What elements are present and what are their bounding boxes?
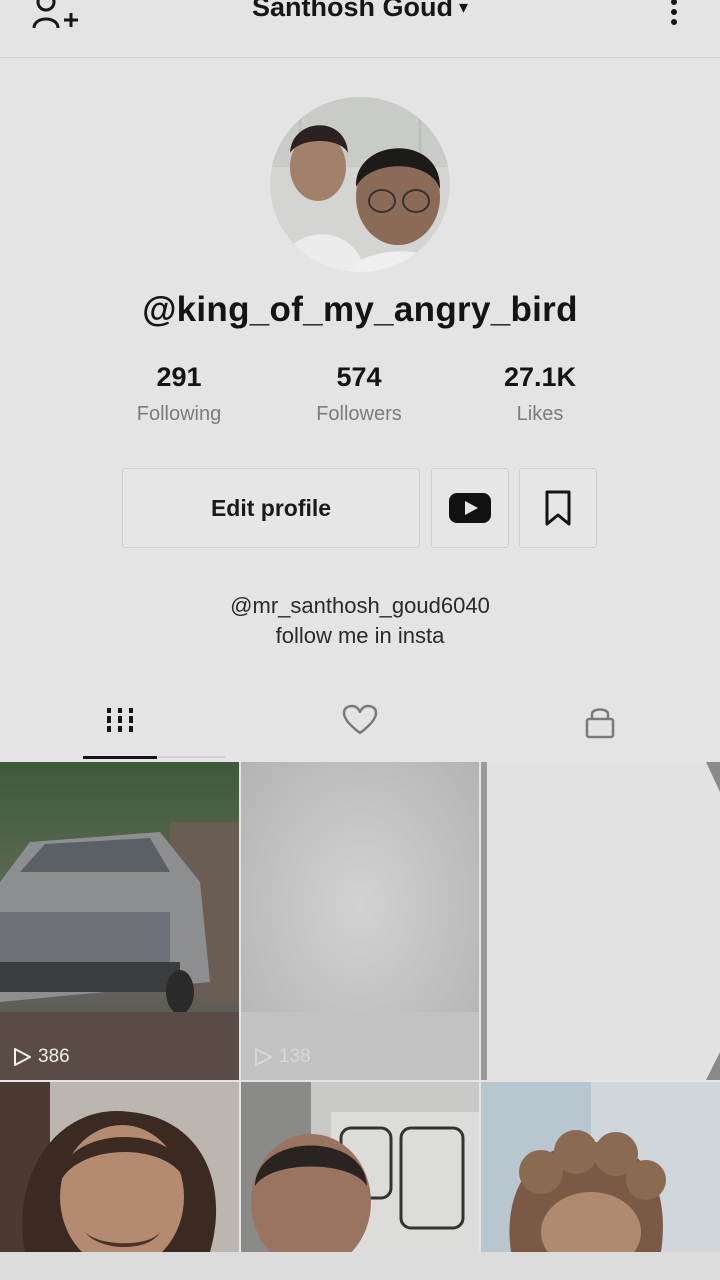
tab-indicator-trail (157, 756, 225, 758)
stat-label: Likes (516, 403, 564, 425)
bookmark-icon (545, 490, 571, 526)
tab-private[interactable] (480, 704, 720, 760)
username: @king_of_my_angry_bird (142, 290, 578, 329)
view-count-value: 386 (38, 1046, 70, 1067)
video-thumbnail (481, 762, 720, 1080)
bookmarks-button[interactable] (519, 468, 597, 548)
play-icon (255, 1048, 272, 1066)
active-tab-indicator (83, 756, 157, 759)
video-tile[interactable]: 386 (0, 762, 239, 1080)
video-thumbnail (481, 1082, 720, 1252)
top-bar: Santhosh Goud ▾ (0, 0, 720, 58)
youtube-icon (449, 493, 491, 523)
chevron-down-icon: ▾ (458, 0, 469, 17)
vertical-dots-icon[interactable] (664, 0, 684, 32)
stat-following[interactable]: 291 Following (89, 362, 269, 426)
stat-label: Followers (316, 403, 402, 425)
stat-value: 27.1K (503, 362, 577, 392)
video-thumbnail (241, 762, 479, 1080)
stat-value: 291 (156, 362, 202, 392)
tab-videos[interactable] (0, 704, 240, 760)
video-thumbnail (0, 762, 239, 1080)
page-title: Santhosh Goud (251, 0, 453, 22)
video-tile[interactable] (0, 1082, 239, 1252)
stat-followers[interactable]: 574 Followers (269, 362, 449, 426)
grid-icon (105, 708, 135, 732)
edit-profile-button[interactable]: Edit profile (122, 468, 420, 548)
youtube-button[interactable] (431, 468, 509, 548)
video-tile[interactable] (481, 1082, 720, 1252)
video-tile[interactable]: 138 (241, 762, 479, 1080)
view-count: 138 (253, 1046, 311, 1068)
view-count-value: 138 (279, 1046, 311, 1067)
heart-icon (342, 704, 378, 735)
video-thumbnail (241, 1082, 479, 1252)
bio-line: follow me in insta (275, 623, 445, 648)
bottom-navigation (0, 1252, 720, 1280)
video-thumbnail (0, 1082, 239, 1252)
video-tile[interactable] (241, 1082, 479, 1252)
lock-icon (585, 708, 615, 739)
view-count: 386 (12, 1046, 70, 1068)
bio-line: @mr_santhosh_goud6040 (230, 593, 490, 618)
tab-liked[interactable] (240, 704, 480, 760)
stat-value: 574 (336, 362, 382, 392)
play-icon (14, 1048, 31, 1066)
video-tile[interactable] (481, 762, 720, 1080)
account-switcher[interactable]: Santhosh Goud ▾ (0, 0, 720, 23)
stat-label: Following (136, 403, 222, 425)
stat-likes[interactable]: 27.1K Likes (450, 362, 630, 426)
avatar[interactable] (270, 97, 450, 272)
